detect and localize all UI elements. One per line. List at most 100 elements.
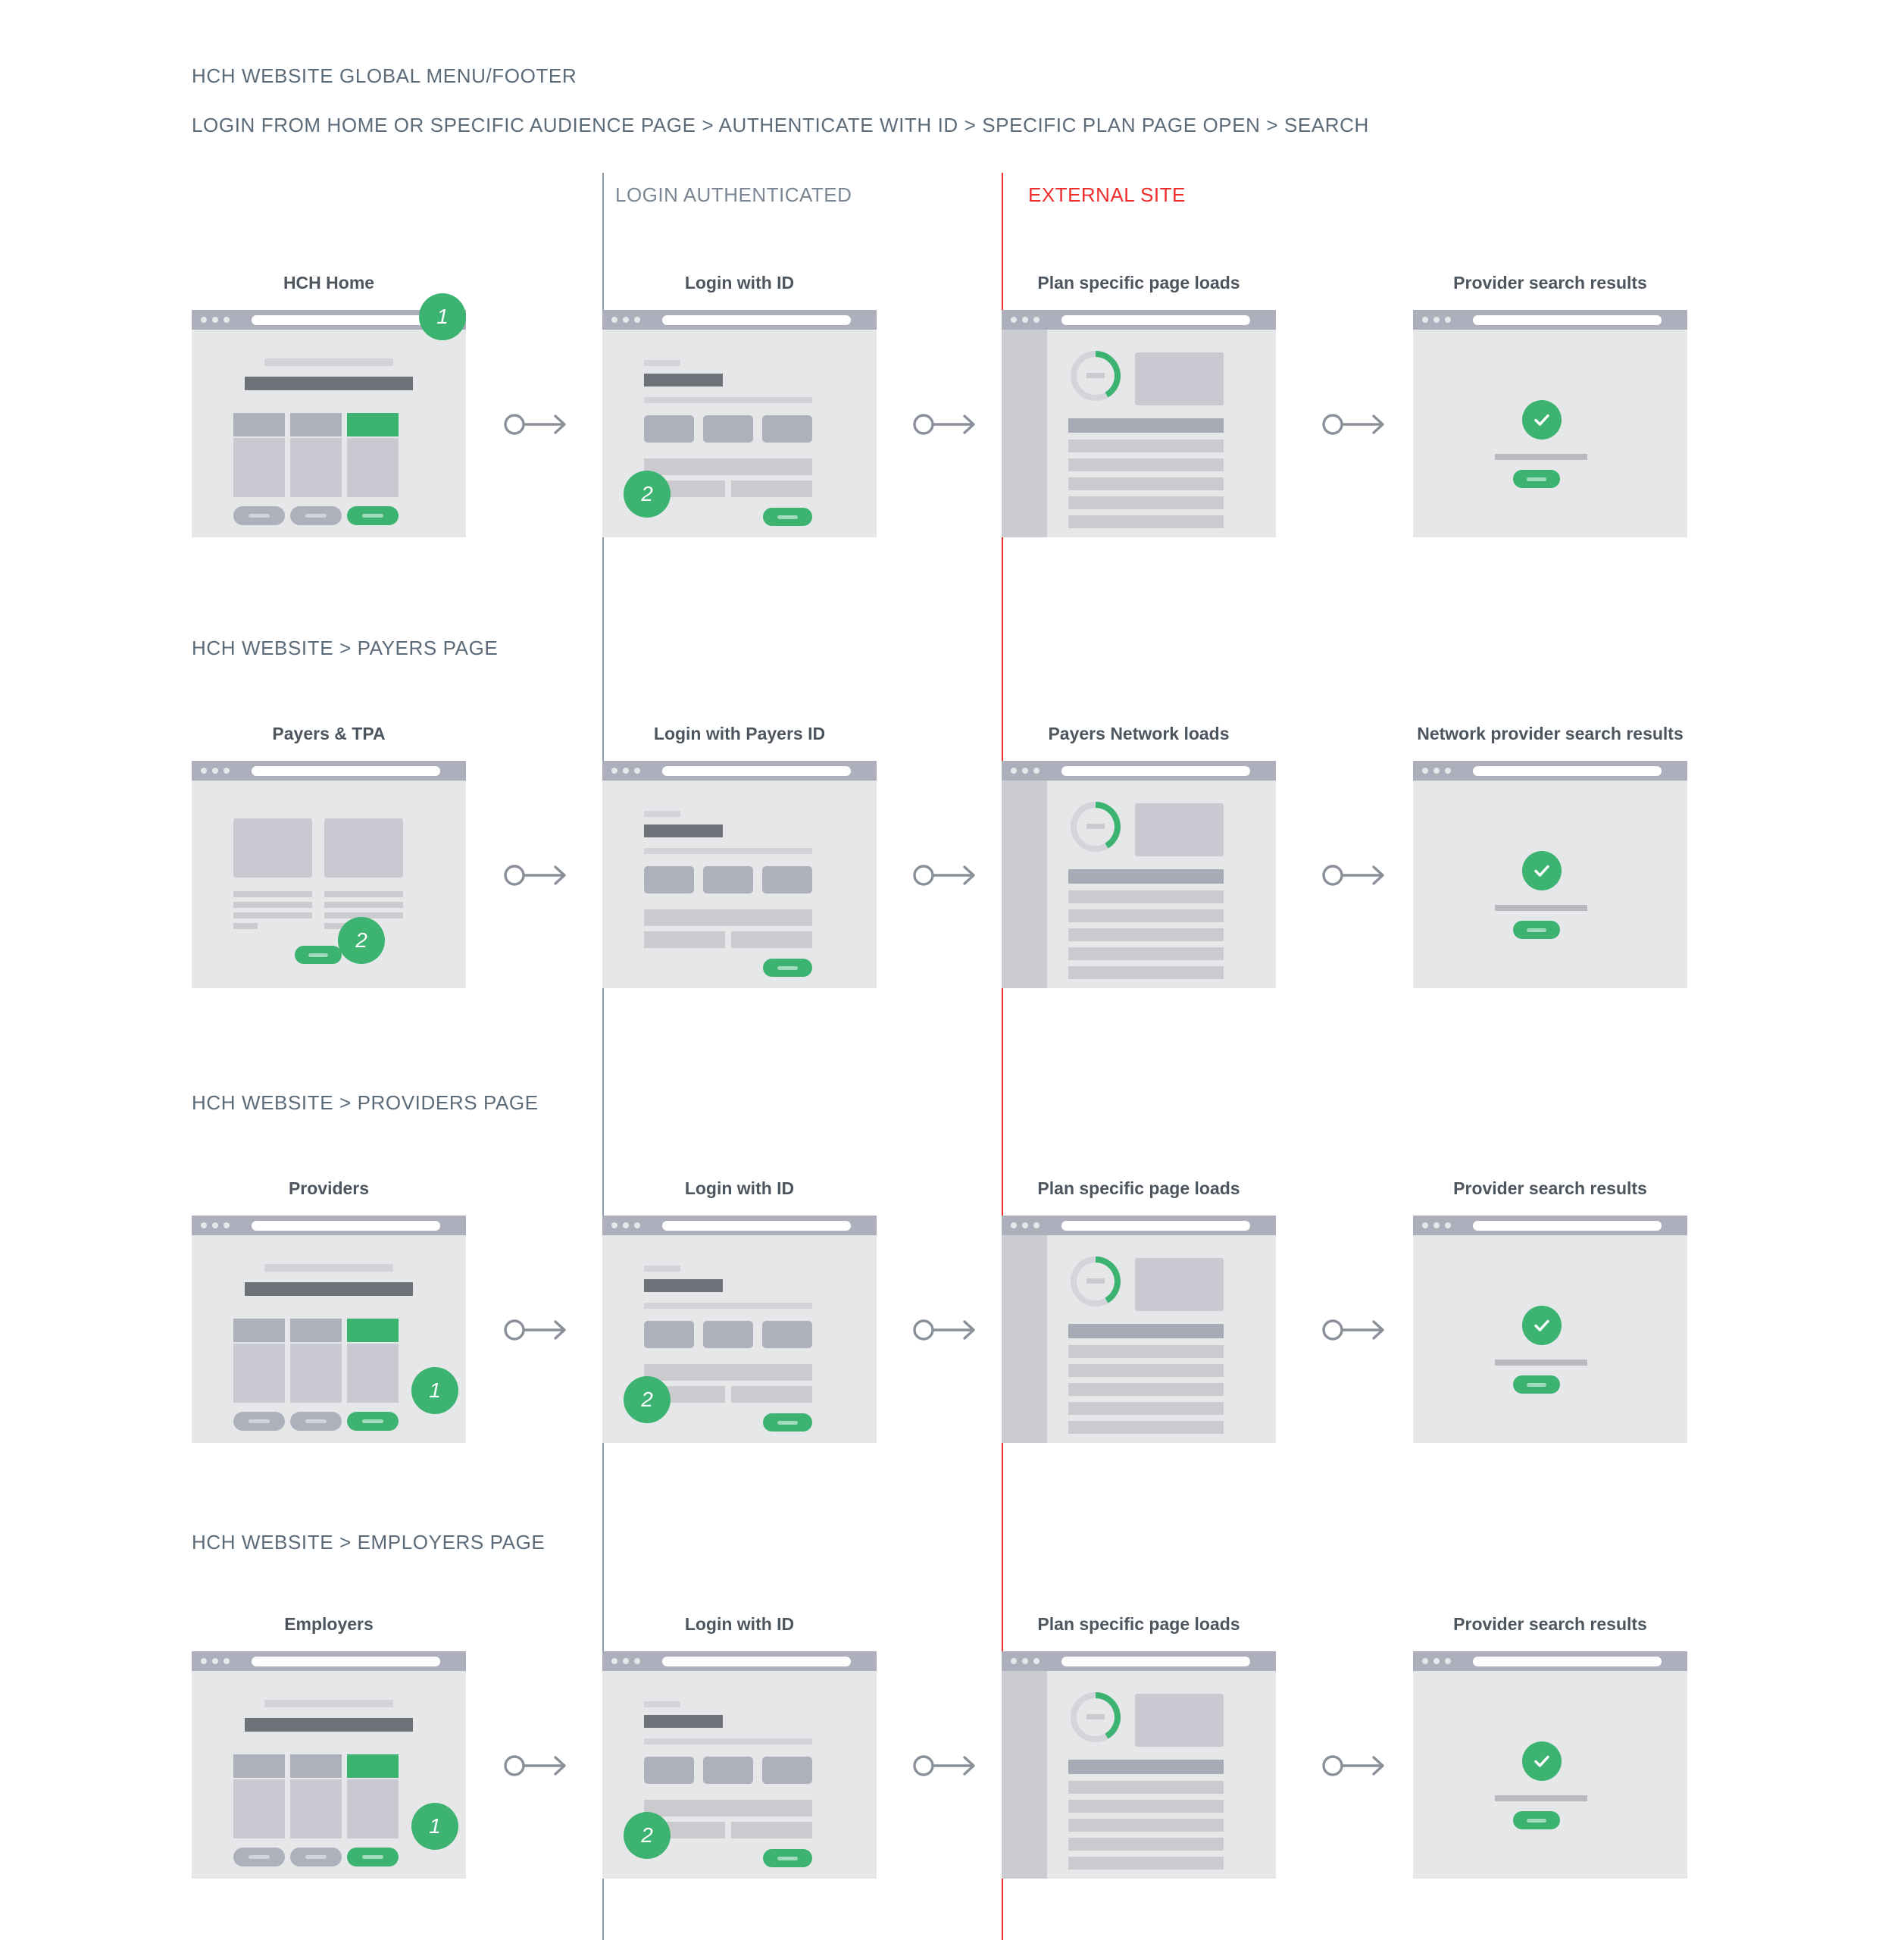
window-control-dot[interactable] (1022, 317, 1028, 323)
step-number-badge: 1 (411, 1803, 458, 1850)
wireframe-option-2[interactable] (703, 866, 753, 893)
browser-url-bar[interactable] (1061, 1220, 1250, 1231)
browser-url-bar[interactable] (252, 314, 440, 325)
window-control-dot[interactable] (1022, 1658, 1028, 1664)
window-control-dot[interactable] (1433, 768, 1440, 774)
wireframe-submit-button[interactable] (763, 508, 812, 526)
window-control-dot[interactable] (201, 317, 207, 323)
window-control-dot[interactable] (212, 768, 218, 774)
wireframe-option-3[interactable] (762, 1757, 812, 1784)
window-control-dot[interactable] (623, 768, 629, 774)
window-control-dot[interactable] (623, 317, 629, 323)
browser-url-bar[interactable] (1061, 314, 1250, 325)
wireframe-cta-button-2[interactable] (290, 506, 342, 525)
browser-url-bar[interactable] (1473, 314, 1662, 325)
wireframe-option-3[interactable] (762, 415, 812, 443)
window-control-dot[interactable] (212, 317, 218, 323)
wireframe-option-3[interactable] (762, 866, 812, 893)
wireframe-option-1[interactable] (644, 415, 694, 443)
wireframe-option-1[interactable] (644, 1757, 694, 1784)
wireframe-option-2[interactable] (703, 1757, 753, 1784)
wireframe-submit-button[interactable] (763, 959, 812, 977)
browser-url-bar[interactable] (662, 1220, 851, 1231)
flow-arrow-icon (504, 1317, 569, 1343)
wireframe-submit-button[interactable] (763, 1413, 812, 1432)
wireframe-cta-button-1[interactable] (233, 1412, 285, 1431)
window-control-dot[interactable] (1422, 768, 1428, 774)
window-control-dot[interactable] (1445, 1658, 1451, 1664)
browser-url-bar[interactable] (662, 765, 851, 776)
wireframe-option-1[interactable] (644, 1321, 694, 1348)
browser-url-bar[interactable] (1061, 1656, 1250, 1666)
browser-url-bar[interactable] (662, 314, 851, 325)
window-control-dot[interactable] (212, 1658, 218, 1664)
window-control-dot[interactable] (201, 1222, 207, 1228)
wireframe-result-button[interactable] (1513, 470, 1560, 488)
window-control-dot[interactable] (1011, 1658, 1017, 1664)
wireframe-submit-button[interactable] (763, 1849, 812, 1867)
browser-url-bar[interactable] (252, 765, 440, 776)
window-control-dot[interactable] (634, 1222, 640, 1228)
window-control-dot[interactable] (634, 317, 640, 323)
window-control-dot[interactable] (1022, 768, 1028, 774)
wireframe-option-2[interactable] (703, 415, 753, 443)
window-control-dot[interactable] (1433, 1222, 1440, 1228)
wireframe-result-button[interactable] (1513, 921, 1560, 939)
window-control-dot[interactable] (634, 1658, 640, 1664)
browser-url-bar[interactable] (1473, 1220, 1662, 1231)
window-control-dot[interactable] (1011, 1222, 1017, 1228)
browser-url-bar[interactable] (662, 1656, 851, 1666)
wireframe-cta-button-3[interactable] (347, 1412, 399, 1431)
wireframe-cta-button-3[interactable] (347, 1848, 399, 1866)
wireframe-cta-button-3[interactable] (347, 506, 399, 525)
wireframe-result-button[interactable] (1513, 1375, 1560, 1394)
window-control-dot[interactable] (611, 768, 617, 774)
window-control-dot[interactable] (1445, 768, 1451, 774)
window-control-dot[interactable] (201, 1658, 207, 1664)
browser-url-bar[interactable] (1061, 765, 1250, 776)
wireframe-cta-button-2[interactable] (290, 1848, 342, 1866)
browser-url-bar[interactable] (1473, 1656, 1662, 1666)
window-control-dot[interactable] (1022, 1222, 1028, 1228)
window-control-dot[interactable] (1033, 768, 1040, 774)
window-control-dot[interactable] (634, 768, 640, 774)
window-control-dot[interactable] (224, 768, 230, 774)
window-control-dot[interactable] (1011, 768, 1017, 774)
page-title-primary: HCH WEBSITE GLOBAL MENU/FOOTER (192, 64, 577, 87)
window-control-dot[interactable] (611, 1658, 617, 1664)
window-control-dot[interactable] (201, 768, 207, 774)
window-control-dot[interactable] (611, 317, 617, 323)
browser-url-bar[interactable] (1473, 765, 1662, 776)
wireframe-cta-button-1[interactable] (233, 506, 285, 525)
window-control-dot[interactable] (1033, 317, 1040, 323)
wireframe-option-3[interactable] (762, 1321, 812, 1348)
wireframe-cta-button[interactable] (295, 946, 342, 964)
wireframe-result-button[interactable] (1513, 1811, 1560, 1829)
window-control-dot[interactable] (1433, 1658, 1440, 1664)
window-control-dot[interactable] (1033, 1658, 1040, 1664)
window-control-dot[interactable] (623, 1658, 629, 1664)
browser-url-bar[interactable] (252, 1656, 440, 1666)
window-control-dot[interactable] (611, 1222, 617, 1228)
browser-url-bar[interactable] (252, 1220, 440, 1231)
wireframe-subtitle-bar (264, 1700, 393, 1707)
window-control-dot[interactable] (1422, 1222, 1428, 1228)
window-control-dot[interactable] (1433, 317, 1440, 323)
wireframe-list-row (1068, 1781, 1224, 1794)
wireframe-option-1[interactable] (644, 866, 694, 893)
wireframe-cta-button-1[interactable] (233, 1848, 285, 1866)
window-control-dot[interactable] (224, 317, 230, 323)
window-control-dot[interactable] (1011, 317, 1017, 323)
wireframe-cta-button-2[interactable] (290, 1412, 342, 1431)
window-control-dot[interactable] (1422, 1658, 1428, 1664)
window-control-dot[interactable] (1445, 1222, 1451, 1228)
window-control-dot[interactable] (1445, 317, 1451, 323)
flow-arrow-icon (504, 1753, 569, 1779)
window-control-dot[interactable] (623, 1222, 629, 1228)
window-control-dot[interactable] (212, 1222, 218, 1228)
window-control-dot[interactable] (224, 1222, 230, 1228)
window-control-dot[interactable] (224, 1658, 230, 1664)
window-control-dot[interactable] (1033, 1222, 1040, 1228)
wireframe-option-2[interactable] (703, 1321, 753, 1348)
window-control-dot[interactable] (1422, 317, 1428, 323)
